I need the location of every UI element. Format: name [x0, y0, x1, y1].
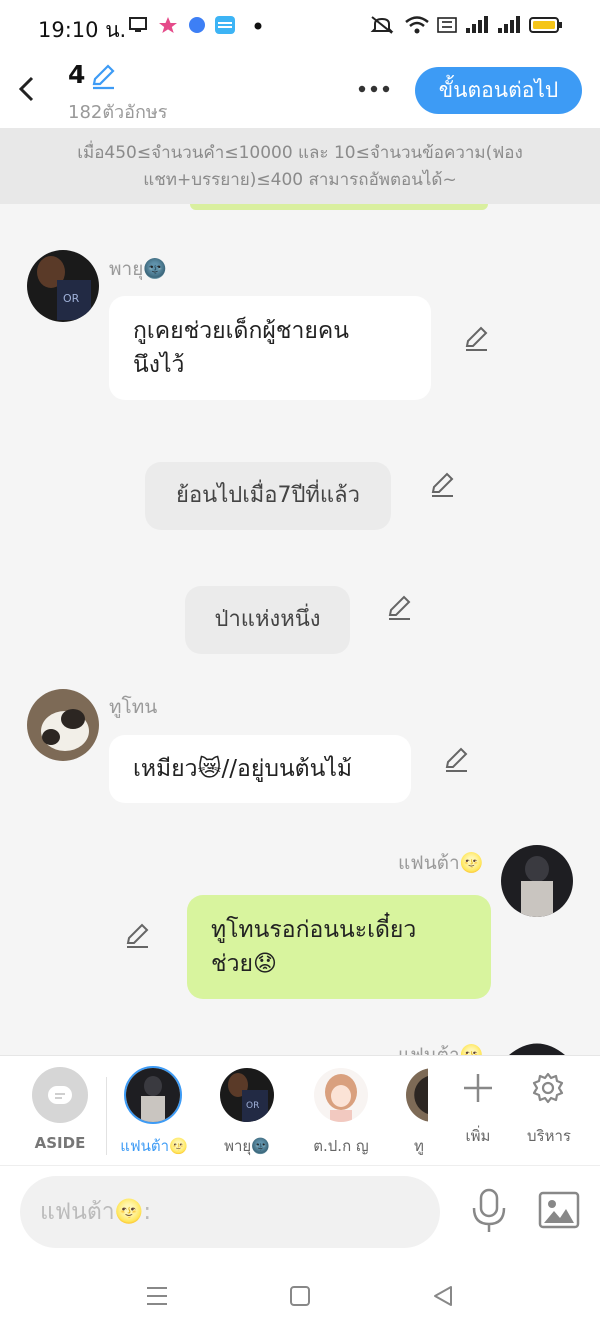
status-time: 19:10 น. [38, 18, 127, 42]
character-tpk[interactable] [314, 1068, 368, 1122]
svg-text:OR: OR [246, 1101, 259, 1111]
more-options-icon[interactable] [356, 76, 392, 102]
aside-button[interactable] [32, 1067, 88, 1123]
my-message-bubble[interactable]: ทูโทนรอก่อนนะเดี๋ยว ช่วย😟 [187, 895, 491, 999]
next-step-button[interactable]: ขั้นตอนต่อไป [415, 67, 582, 114]
mute-icon [370, 16, 394, 34]
recent-apps-icon[interactable] [145, 1284, 169, 1308]
character-label-partial: ทู [414, 1137, 424, 1155]
avatar-payu[interactable]: OR [27, 250, 99, 322]
signal-icon-1 [466, 16, 488, 33]
avatar-fanta[interactable] [501, 845, 573, 917]
character-label: แฟนต้า🌝 [120, 1137, 188, 1155]
microphone-icon[interactable] [470, 1188, 508, 1234]
back-triangle-icon[interactable] [431, 1284, 455, 1308]
message-text-line: ช่วย😟 [211, 951, 277, 977]
narration-bubble[interactable]: ย้อนไปเมื่อ7ปีที่แล้ว [145, 462, 391, 530]
dot-icon [254, 22, 262, 30]
edit-message-icon[interactable] [124, 923, 150, 949]
character-tuton-partial[interactable] [406, 1068, 428, 1122]
message-bubble[interactable]: เหมียว😿//อยู่บนต้นไม้ [109, 735, 411, 803]
character-fanta-selected[interactable] [124, 1066, 182, 1124]
add-character-icon[interactable] [462, 1072, 494, 1104]
sender-name: ทูโทน [109, 696, 158, 718]
divider [106, 1077, 107, 1155]
edit-title-icon[interactable] [90, 64, 116, 90]
avatar-fanta-partial [509, 1043, 565, 1055]
home-icon[interactable] [288, 1284, 312, 1308]
notice-line-1: เมื่อ450≤จำนวนคำ≤10000 และ 10≤จำนวนข้อคว… [77, 143, 523, 163]
character-count: 182ตัวอักษร [68, 102, 168, 123]
character-payu[interactable]: OR [220, 1068, 274, 1122]
previous-bubble-edge [190, 204, 488, 210]
message-bubble[interactable]: กูเคยช่วยเด็กผู้ชายคน นึงไว้ [109, 296, 431, 400]
narration-bubble[interactable]: ป่าแห่งหนึ่ง [185, 586, 350, 654]
back-arrow-icon[interactable] [14, 70, 40, 108]
volte-icon [437, 17, 457, 33]
svg-text:OR: OR [63, 292, 80, 305]
app-bubble-icon [189, 17, 205, 33]
sender-name: แฟนต้า🌝 [398, 852, 484, 874]
add-label[interactable]: เพิ่ม [448, 1124, 508, 1148]
signal-icon-2 [498, 16, 520, 33]
battery-icon [529, 17, 562, 33]
edit-message-icon[interactable] [463, 326, 489, 352]
image-icon[interactable] [538, 1191, 580, 1229]
app-star-icon [159, 17, 177, 33]
avatar-tuton[interactable] [27, 689, 99, 761]
fanta-avatar-icon [126, 1068, 180, 1122]
settings-gear-icon[interactable] [531, 1071, 565, 1105]
noveltoon-icon [215, 16, 235, 34]
wifi-icon [405, 16, 429, 34]
upload-requirement-notice: เมื่อ450≤จำนวนคำ≤10000 และ 10≤จำนวนข้อคว… [0, 128, 600, 204]
edit-message-icon[interactable] [443, 747, 469, 773]
screen-icon [129, 17, 147, 32]
character-label: ต.ป.ก ญ [313, 1137, 369, 1155]
edit-narration-icon[interactable] [429, 472, 455, 498]
manage-label[interactable]: บริหาร [518, 1124, 580, 1148]
message-text-line: ทูโทนรอก่อนนะเดี๋ยว [211, 917, 417, 943]
message-text-line: กูเคยช่วยเด็กผู้ชายคน [133, 318, 349, 344]
edit-narration-icon[interactable] [386, 595, 412, 621]
character-label: พายุ🌚 [224, 1137, 270, 1155]
message-input[interactable]: แฟนต้า🌝: [20, 1176, 440, 1248]
message-text-line: นึงไว้ [133, 352, 185, 378]
sender-name-partial: แฟนต้า🌝 [398, 1044, 484, 1055]
sender-name: พายุ🌚 [109, 258, 167, 280]
episode-title: 4 [68, 60, 86, 89]
aside-chat-icon [48, 1086, 72, 1104]
notice-line-2: แชท+บรรยาย)≤400 สามารถอัพตอนได้~ [143, 170, 457, 190]
aside-label: ASIDE [34, 1134, 86, 1152]
